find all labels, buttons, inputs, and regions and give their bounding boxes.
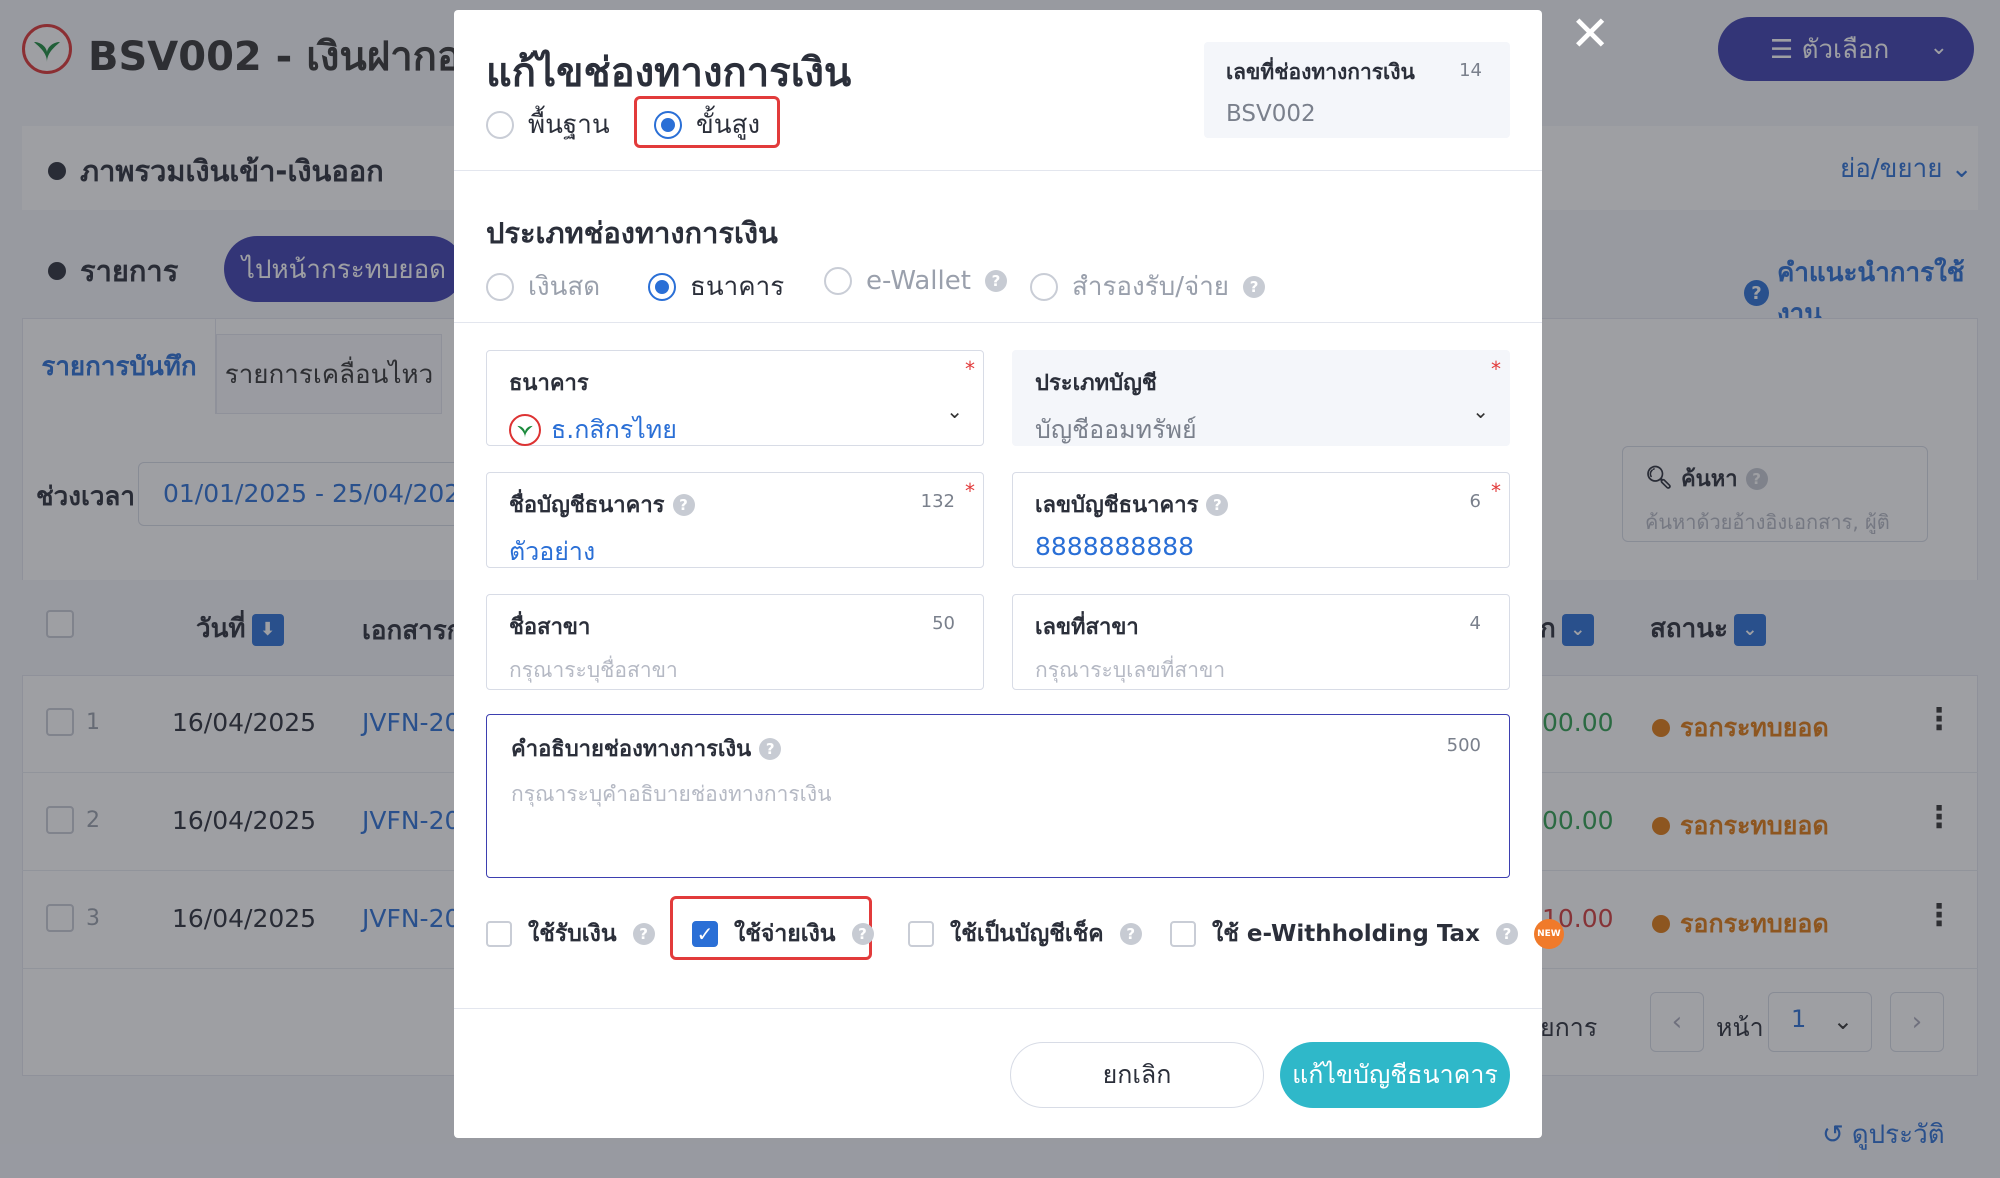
mode-option-advanced[interactable]: ขั้นสูง [654, 104, 760, 145]
account-type-label: ประเภทบัญชี [1035, 371, 1157, 396]
required-mark: * [1491, 357, 1501, 381]
branch-name-placeholder: กรุณาระบุชื่อสาขา [509, 658, 678, 682]
dialog-title: แก้ไขช่องทางการเงิน [486, 50, 852, 96]
cancel-button[interactable]: ยกเลิก [1010, 1042, 1264, 1108]
description-label: คำอธิบายช่องทางการเงิน [511, 737, 752, 762]
help-icon[interactable]: ? [851, 923, 874, 945]
type-cash-label: เงินสด [528, 272, 601, 302]
account-number-field[interactable]: เลขบัญชีธนาคาร? 6 * 8888888888 [1012, 472, 1510, 568]
use-ewht-label: ใช้ e-Withholding Tax [1212, 921, 1480, 947]
bank-label: ธนาคาร [509, 371, 589, 396]
help-icon[interactable]: ? [1119, 923, 1142, 945]
help-icon[interactable]: ? [1243, 275, 1266, 298]
radio-selected-icon [654, 110, 682, 139]
account-type-value: บัญชีออมทรัพย์ [1035, 415, 1197, 444]
description-field[interactable]: คำอธิบายช่องทางการเงิน? 500 กรุณาระบุคำอ… [486, 714, 1510, 878]
type-ewallet-label: e-Wallet [866, 266, 971, 296]
mode-advanced-label: ขั้นสูง [696, 110, 761, 140]
branch-number-field[interactable]: เลขที่สาขา 4 กรุณาระบุเลขที่สาขา [1012, 594, 1510, 690]
help-icon[interactable]: ? [672, 493, 695, 516]
divider [454, 1008, 1542, 1009]
help-icon[interactable]: ? [632, 923, 655, 945]
checkbox-icon [908, 921, 934, 947]
radio-icon [1030, 272, 1058, 301]
divider [454, 322, 1542, 323]
save-bank-account-button[interactable]: แก้ไขบัญชีธนาคาร [1280, 1042, 1510, 1108]
required-mark: * [1491, 479, 1501, 503]
type-option-bank[interactable]: ธนาคาร [648, 266, 784, 307]
account-type-select[interactable]: ประเภทบัญชี * บัญชีออมทรัพย์ ⌄ [1012, 350, 1510, 446]
radio-icon [824, 267, 852, 295]
branch-number-placeholder: กรุณาระบุเลขที่สาขา [1035, 658, 1226, 682]
chevron-down-icon: ⌄ [1472, 399, 1489, 423]
use-pay-checkbox[interactable]: ✓ ใช้จ่ายเงิน ? [692, 916, 874, 952]
mode-option-basic[interactable]: พื้นฐาน [486, 104, 610, 145]
char-count: 132 [920, 491, 955, 512]
char-count: 50 [932, 613, 955, 634]
channel-id-value: BSV002 [1226, 101, 1316, 127]
type-reserve-label: สำรองรับ/จ่าย [1072, 272, 1230, 302]
help-icon[interactable]: ? [759, 737, 782, 760]
account-number-value: 8888888888 [1035, 532, 1195, 561]
description-placeholder: กรุณาระบุคำอธิบายช่องทางการเงิน [511, 782, 832, 806]
type-option-ewallet[interactable]: e-Wallet ? [824, 266, 1007, 296]
channel-id-box: เลขที่ช่องทางการเงิน 14 BSV002 [1204, 42, 1510, 138]
radio-icon [486, 110, 514, 139]
radio-icon [486, 272, 514, 301]
help-icon[interactable]: ? [1206, 493, 1229, 516]
account-number-label: เลขบัญชีธนาคาร [1035, 493, 1199, 518]
branch-number-label: เลขที่สาขา [1035, 615, 1139, 640]
edit-channel-dialog: แก้ไขช่องทางการเงิน พื้นฐาน ขั้นสูง เลขท… [454, 10, 1564, 1138]
char-count: 4 [1469, 613, 1481, 634]
branch-name-field[interactable]: ชื่อสาขา 50 กรุณาระบุชื่อสาขา [486, 594, 984, 690]
divider [454, 170, 1542, 171]
account-name-field[interactable]: ชื่อบัญชีธนาคาร? 132 * ตัวอย่าง [486, 472, 984, 568]
use-receive-checkbox[interactable]: ใช้รับเงิน ? [486, 916, 655, 952]
checkbox-icon [1170, 921, 1196, 947]
kbank-logo-icon [509, 414, 541, 446]
type-bank-label: ธนาคาร [690, 272, 785, 302]
use-ewht-checkbox[interactable]: ใช้ e-Withholding Tax ? NEW [1170, 916, 1564, 952]
checkbox-checked-icon: ✓ [692, 921, 718, 947]
radio-selected-icon [648, 272, 676, 301]
mode-basic-label: พื้นฐาน [528, 110, 610, 140]
use-receive-label: ใช้รับเงิน [528, 921, 617, 947]
branch-name-label: ชื่อสาขา [509, 615, 591, 640]
type-section-title: ประเภทช่องทางการเงิน [486, 216, 778, 250]
required-mark: * [965, 357, 975, 381]
close-icon[interactable]: ✕ [1570, 6, 1610, 62]
new-badge: NEW [1533, 919, 1564, 949]
char-count: 500 [1446, 735, 1481, 756]
help-icon[interactable]: ? [1495, 923, 1518, 945]
account-name-label: ชื่อบัญชีธนาคาร [509, 493, 665, 518]
type-option-cash[interactable]: เงินสด [486, 266, 600, 307]
chevron-down-icon: ⌄ [946, 399, 963, 423]
use-cheque-label: ใช้เป็นบัญชีเช็ค [950, 921, 1104, 947]
char-count: 6 [1469, 491, 1481, 512]
required-mark: * [965, 479, 975, 503]
channel-id-count: 14 [1459, 60, 1482, 81]
use-pay-label: ใช้จ่ายเงิน [734, 921, 836, 947]
account-name-value: ตัวอย่าง [509, 537, 596, 566]
type-option-reserve[interactable]: สำรองรับ/จ่าย ? [1030, 266, 1266, 307]
help-icon[interactable]: ? [984, 270, 1007, 292]
use-cheque-checkbox[interactable]: ใช้เป็นบัญชีเช็ค ? [908, 916, 1142, 952]
channel-id-label: เลขที่ช่องทางการเงิน [1226, 60, 1415, 84]
checkbox-icon [486, 921, 512, 947]
bank-select[interactable]: ธนาคาร * ธ.กสิกรไทย ⌄ [486, 350, 984, 446]
bank-value: ธ.กสิกรไทย [551, 415, 677, 444]
